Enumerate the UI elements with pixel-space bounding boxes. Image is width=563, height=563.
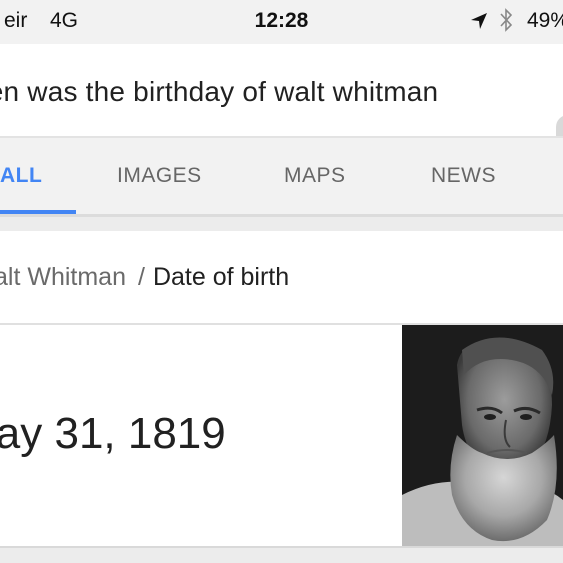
search-area: hen was the birthday of walt whitman [0, 40, 563, 149]
answer-value: lay 31, 1819 [0, 409, 226, 458]
battery-percentage: 49% [527, 9, 563, 32]
answer-card: alt Whitman / Date of birth lay 31, 1819 [0, 231, 563, 563]
search-tabs: ALL IMAGES MAPS NEWS [0, 138, 563, 214]
portrait-image[interactable] [402, 325, 563, 546]
section-gap [0, 217, 563, 231]
tab-all[interactable]: ALL [0, 164, 42, 188]
tab-news[interactable]: NEWS [431, 164, 496, 188]
breadcrumb-separator: / [137, 263, 145, 291]
tab-maps[interactable]: MAPS [284, 164, 346, 188]
footer-band [0, 548, 563, 563]
search-input[interactable]: hen was the birthday of walt whitman [0, 44, 563, 136]
tab-images[interactable]: IMAGES [117, 164, 202, 188]
breadcrumb: alt Whitman / Date of birth [0, 263, 289, 292]
breadcrumb-entity-link[interactable]: alt Whitman [0, 263, 126, 291]
bluetooth-icon [500, 8, 513, 32]
search-query-text: hen was the birthday of walt whitman [0, 76, 439, 107]
breadcrumb-attribute: Date of birth [152, 263, 290, 291]
location-arrow-icon [471, 13, 487, 29]
status-bar: eir 4G 12:28 49% [0, 0, 563, 40]
